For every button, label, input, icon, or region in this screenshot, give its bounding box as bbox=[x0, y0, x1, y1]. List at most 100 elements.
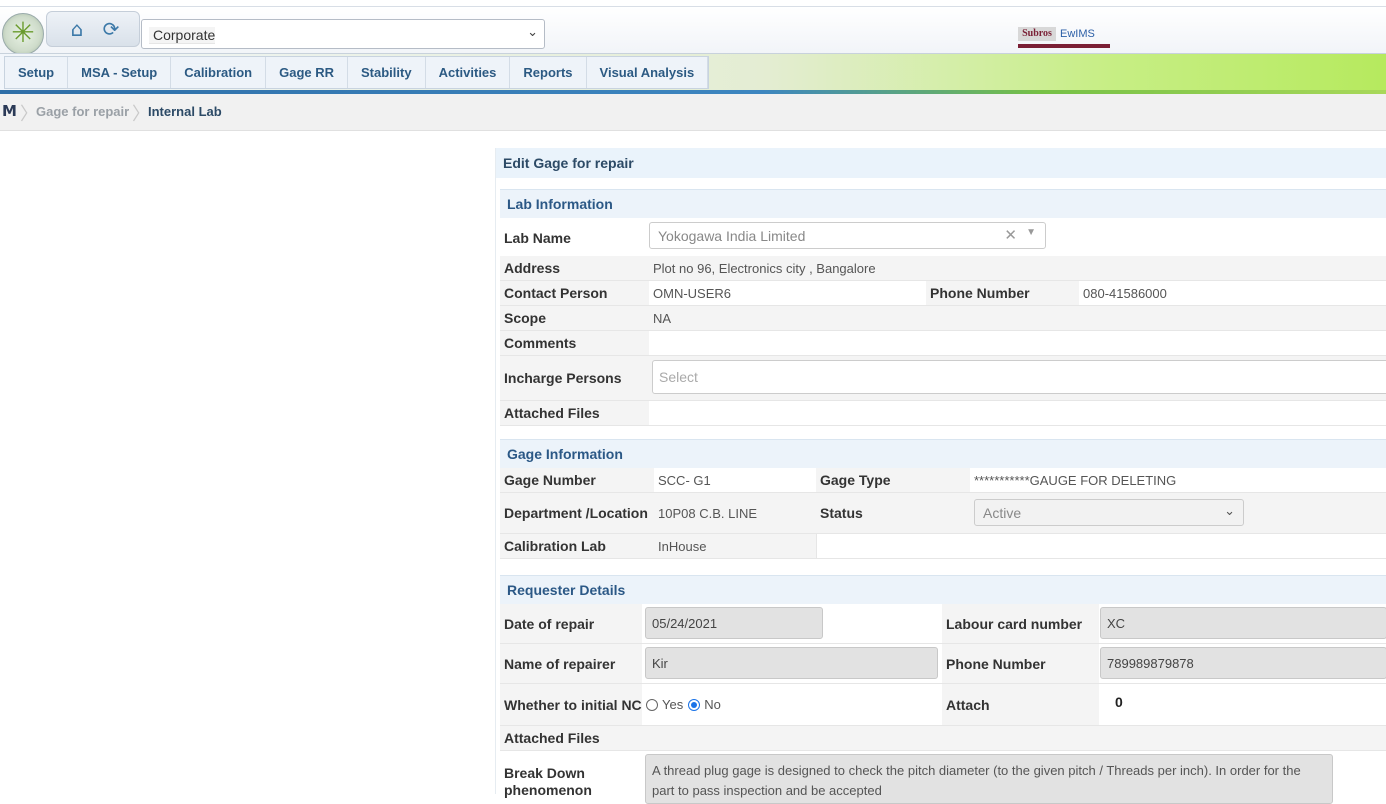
initial-nc-options: Yes No bbox=[642, 684, 942, 726]
main-menu-bar: Setup MSA - Setup Calibration Gage RR St… bbox=[0, 53, 1386, 94]
paperclip-icon[interactable]: 0 bbox=[1115, 694, 1123, 710]
menu-item-msa-setup[interactable]: MSA - Setup bbox=[68, 57, 172, 88]
home-icon[interactable]: ⌂ bbox=[65, 17, 89, 41]
row-breakdown: Break Down phenomenon A thread plug gage… bbox=[500, 751, 1386, 804]
department-value: 10P08 C.B. LINE bbox=[654, 493, 816, 534]
brand-left: Subros bbox=[1018, 27, 1056, 41]
row-initial-nc: Whether to initial NC Yes No Attach 0 bbox=[500, 684, 1386, 726]
refresh-icon[interactable]: ⟳ bbox=[99, 17, 123, 41]
nc-yes-label: Yes bbox=[662, 697, 684, 712]
brand-underline bbox=[1018, 44, 1110, 48]
menu-item-activities[interactable]: Activities bbox=[426, 57, 511, 88]
initial-nc-label: Whether to initial NC bbox=[500, 684, 642, 726]
labour-card-input[interactable]: XC bbox=[1100, 607, 1386, 639]
section-lab-information: Lab Information bbox=[500, 189, 1386, 218]
asterisk-logo-icon[interactable]: ✳ bbox=[2, 13, 44, 55]
main-menu: Setup MSA - Setup Calibration Gage RR St… bbox=[4, 56, 710, 89]
nc-yes-radio[interactable] bbox=[646, 698, 658, 711]
menu-item-calibration[interactable]: Calibration bbox=[171, 57, 267, 88]
breakdown-textarea[interactable]: A thread plug gage is designed to check … bbox=[645, 754, 1333, 804]
menu-item-stability[interactable]: Stability bbox=[348, 57, 426, 88]
labour-card-label: Labour card number bbox=[942, 604, 1099, 644]
scope-value: NA bbox=[649, 306, 1386, 331]
repairer-label: Name of repairer bbox=[500, 644, 642, 684]
menu-item-gage-rr[interactable]: Gage RR bbox=[266, 57, 349, 88]
date-of-repair-input[interactable]: 05/24/2021 bbox=[645, 607, 823, 639]
lab-attached-label: Attached Files bbox=[500, 401, 649, 426]
row-comments: Comments bbox=[500, 331, 1386, 356]
lab-attached-value bbox=[649, 401, 1386, 426]
panel-title: Edit Gage for repair bbox=[496, 148, 1386, 178]
breadcrumb-item-gage-for-repair[interactable]: Gage for repair bbox=[36, 104, 129, 119]
row-lab-attached: Attached Files bbox=[500, 401, 1386, 426]
section-requester-details: Requester Details bbox=[500, 575, 1386, 604]
menu-item-reports[interactable]: Reports bbox=[510, 57, 587, 88]
requester-attached-value bbox=[642, 726, 1386, 751]
menu-item-setup[interactable]: Setup bbox=[5, 57, 69, 88]
status-label: Status bbox=[816, 493, 970, 534]
brand-right: EwIMS bbox=[1060, 28, 1095, 40]
row-calibration-lab: Calibration Lab InHouse bbox=[500, 534, 1386, 559]
date-of-repair-label: Date of repair bbox=[500, 604, 642, 644]
status-value: Active bbox=[983, 505, 1022, 521]
breadcrumb-home[interactable]: M bbox=[2, 102, 17, 120]
lab-name-value: Yokogawa India Limited bbox=[658, 228, 806, 244]
lab-phone-value: 080-41586000 bbox=[1079, 281, 1386, 306]
row-incharge: Incharge Persons Select bbox=[500, 356, 1386, 401]
incharge-label: Incharge Persons bbox=[500, 356, 649, 401]
attach-cell: 0 bbox=[1099, 684, 1386, 726]
comments-label: Comments bbox=[500, 331, 649, 356]
attach-label: Attach bbox=[942, 684, 1099, 726]
department-label: Department /Location bbox=[500, 493, 654, 534]
menu-item-visual-analysis[interactable]: Visual Analysis bbox=[587, 57, 709, 88]
row-lab-name: Lab Name Yokogawa India Limited ✕ ▼ bbox=[500, 218, 1386, 259]
calibration-lab-empty bbox=[816, 534, 1386, 559]
quick-actions-group: ⌂ ⟳ bbox=[46, 11, 140, 47]
requester-phone-label: Phone Number bbox=[942, 644, 1099, 684]
gage-type-label: Gage Type bbox=[816, 468, 970, 493]
dropdown-arrow-icon: ▼ bbox=[1026, 227, 1036, 238]
contact-value: OMN-USER6 bbox=[649, 281, 926, 306]
corporate-select[interactable]: Corporate ⌄ bbox=[141, 19, 545, 49]
status-select[interactable]: Active ⌄ bbox=[974, 499, 1244, 526]
gage-number-value: SCC- G1 bbox=[654, 468, 816, 493]
gage-number-label: Gage Number bbox=[500, 468, 654, 493]
nc-no-radio[interactable] bbox=[688, 698, 701, 711]
edit-gage-panel: Edit Gage for repair Lab Information Lab… bbox=[495, 148, 1386, 804]
comments-value bbox=[649, 331, 1386, 356]
address-value: Plot no 96, Electronics city , Bangalore bbox=[649, 256, 1386, 281]
scope-label: Scope bbox=[500, 306, 649, 331]
chevron-down-icon: ⌄ bbox=[1224, 503, 1235, 518]
contact-label: Contact Person bbox=[500, 281, 649, 306]
calibration-lab-label: Calibration Lab bbox=[500, 534, 654, 559]
requester-attached-label: Attached Files bbox=[500, 726, 642, 751]
incharge-select[interactable]: Select bbox=[652, 360, 1386, 394]
row-address: Address Plot no 96, Electronics city , B… bbox=[500, 256, 1386, 281]
row-repairer: Name of repairer Kir Phone Number 789989… bbox=[500, 644, 1386, 684]
section-gage-information: Gage Information bbox=[500, 439, 1386, 468]
chevron-down-icon: ⌄ bbox=[527, 25, 538, 40]
row-date-of-repair: Date of repair 05/24/2021 Labour card nu… bbox=[500, 604, 1386, 644]
row-department: Department /Location 10P08 C.B. LINE Sta… bbox=[500, 493, 1386, 534]
breadcrumb-item-internal-lab: Internal Lab bbox=[148, 104, 222, 119]
clear-icon[interactable]: ✕ bbox=[1004, 226, 1017, 244]
repairer-input[interactable]: Kir bbox=[645, 647, 938, 679]
lab-phone-label: Phone Number bbox=[926, 281, 1079, 306]
address-label: Address bbox=[500, 256, 649, 281]
row-requester-attached: Attached Files bbox=[500, 726, 1386, 751]
row-scope: Scope NA bbox=[500, 306, 1386, 331]
row-contact: Contact Person OMN-USER6 Phone Number 08… bbox=[500, 281, 1386, 306]
incharge-placeholder: Select bbox=[659, 369, 698, 385]
brand-logo: Subros EwIMS bbox=[1018, 27, 1110, 52]
lab-name-label: Lab Name bbox=[500, 218, 649, 259]
corporate-select-value: Corporate bbox=[149, 27, 216, 44]
nc-no-label: No bbox=[704, 697, 721, 712]
breadcrumb: M 〉 Gage for repair 〉 Internal Lab bbox=[0, 94, 1386, 131]
requester-phone-input[interactable]: 789989879878 bbox=[1100, 647, 1386, 679]
breakdown-label: Break Down phenomenon bbox=[500, 751, 642, 798]
lab-name-select[interactable]: Yokogawa India Limited ✕ ▼ bbox=[649, 222, 1046, 249]
calibration-lab-value: InHouse bbox=[654, 534, 816, 559]
top-toolbar: ✳ ⌂ ⟳ Corporate ⌄ Subros EwIMS bbox=[0, 6, 1386, 55]
row-gage-number: Gage Number SCC- G1 Gage Type **********… bbox=[500, 468, 1386, 493]
gage-type-value: ***********GAUGE FOR DELETING bbox=[970, 468, 1386, 493]
